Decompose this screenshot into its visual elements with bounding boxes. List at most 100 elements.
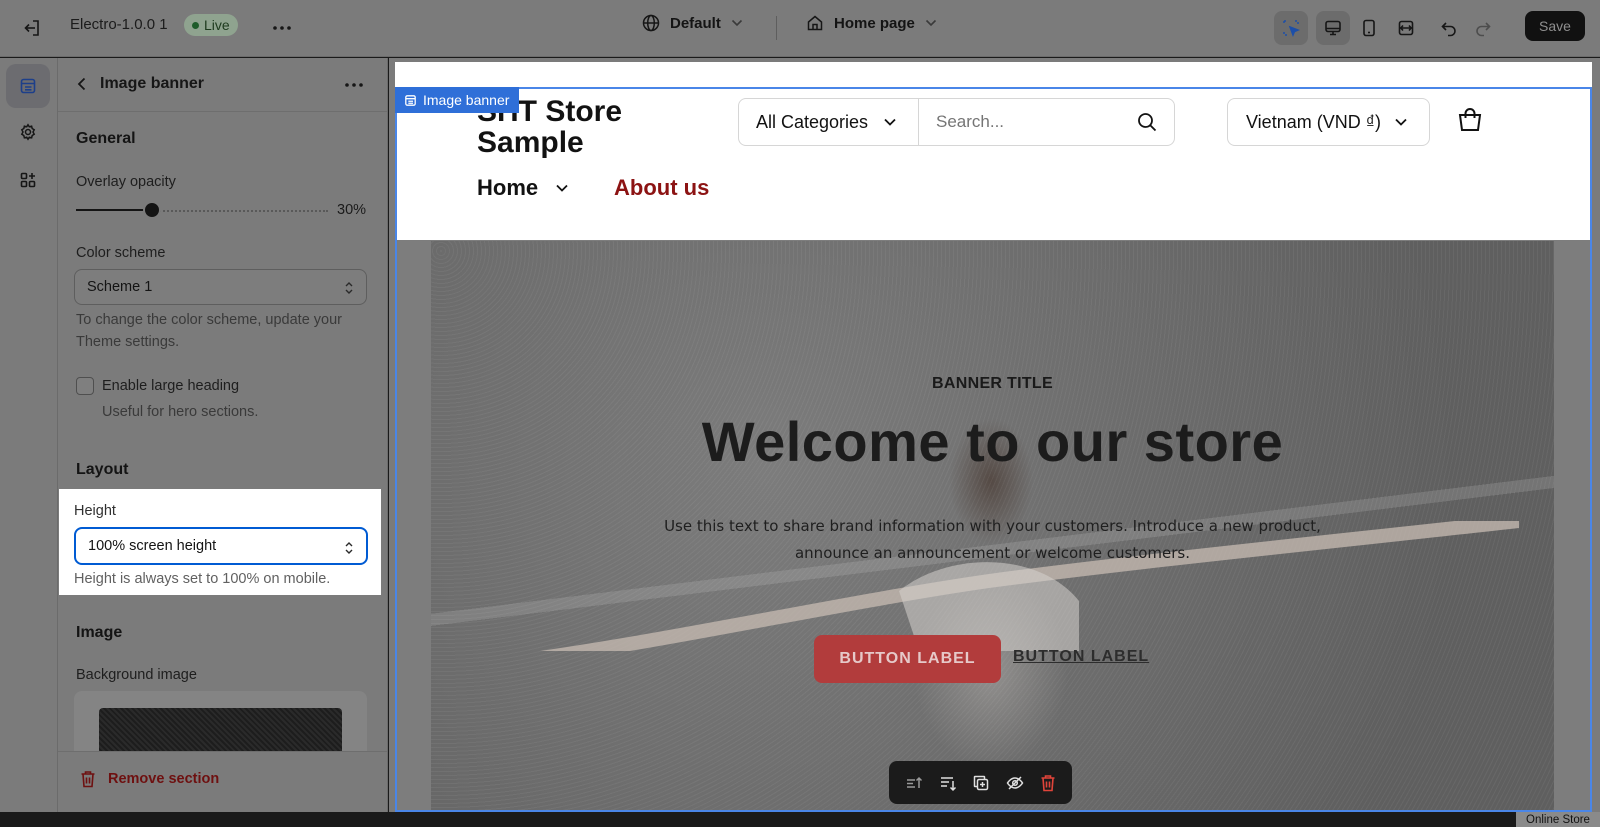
background-image-label: Background image [76,667,197,683]
image-heading: Image [76,624,123,641]
banner-secondary-button[interactable]: BUTTON LABEL [1013,648,1149,666]
select-arrows-icon [345,282,353,294]
overlay-opacity-value: 30% [337,202,367,218]
back-button[interactable] [70,72,94,96]
store-header: SHT Store Sample All Categories Vietnam … [395,62,1592,240]
section-toolbar [889,761,1072,804]
page-name: Home page [834,14,915,32]
desktop-view-button[interactable] [1316,11,1350,45]
nav-home[interactable]: Home [477,175,570,201]
redo-button[interactable] [1466,11,1500,45]
trash-icon [81,771,95,788]
large-heading-label: Enable large heading [102,378,240,394]
exit-icon [24,20,39,36]
chevron-down-icon [556,184,568,192]
online-store-tag: Online Store [1516,812,1600,827]
sections-icon [405,94,416,106]
inspector-button[interactable] [1274,11,1308,45]
large-heading-checkbox[interactable] [76,377,94,395]
section-more-button[interactable] [340,71,368,99]
bottom-strip [0,812,1516,827]
chevron-left-icon [77,77,86,91]
slider-thumb[interactable] [142,201,161,219]
apps-icon [20,172,36,188]
currency-select[interactable]: Vietnam (VND ₫) [1227,98,1430,146]
category-select[interactable]: All Categories [739,99,919,145]
color-scheme-label: Color scheme [76,245,166,261]
eye-off-icon [1006,775,1024,790]
move-up-button[interactable] [905,774,923,792]
page-selector[interactable]: Home page [806,14,937,32]
banner-kicker: BANNER TITLE [932,375,1053,392]
undo-icon [1441,22,1456,37]
height-help: Height is always set to 100% on mobile. [74,571,331,587]
height-label: Height [74,503,116,519]
height-setting-highlight: Height 100% screen height Height is alwa… [59,489,381,595]
duplicate-button[interactable] [972,774,990,792]
search-icon[interactable] [1136,111,1158,133]
color-scheme-help-1: To change the color scheme, update your [76,312,342,328]
remove-section-label: Remove section [108,771,220,787]
chevron-down-icon [925,19,936,27]
left-rail [0,58,58,827]
app-name: Electro-1.0.0 1 [70,16,168,33]
more-horizontal-icon [345,83,363,87]
banner-description: Use this text to share brand information… [664,517,1321,562]
banner-primary-button[interactable]: BUTTON LABEL [814,635,1001,683]
duplicate-icon [974,775,989,790]
nav-home-label: Home [477,175,539,200]
chevron-down-icon [1395,118,1407,126]
home-icon [807,15,823,31]
search-input[interactable] [936,112,1121,132]
image-banner[interactable]: BANNER TITLE Welcome to our store Use th… [431,241,1554,812]
panel-header: Image banner [58,58,387,112]
color-scheme-help-2: Theme settings. [76,334,180,350]
general-heading: General [76,130,136,147]
redo-icon [1476,22,1491,37]
cursor-select-icon [1283,20,1301,38]
fullscreen-view-button[interactable] [1389,11,1423,45]
remove-section-button[interactable]: Remove section [80,770,219,788]
slider-fill [76,209,152,211]
cart-icon[interactable] [1457,107,1483,133]
color-scheme-select[interactable]: Scheme 1 [74,269,367,305]
section-tag[interactable]: Image banner [395,87,520,113]
overlay-opacity-slider[interactable] [76,201,328,219]
theme-settings-button[interactable] [6,110,50,154]
section-tag-label: Image banner [423,92,510,108]
select-arrows-icon [345,542,353,554]
overlay-opacity-label: Overlay opacity [76,174,176,190]
apps-button[interactable] [6,158,50,202]
height-select[interactable]: 100% screen height [74,527,368,565]
settings-panel: Image banner General Overlay opacity 30%… [58,58,388,827]
slider-track-rest [151,210,328,212]
exit-button[interactable] [16,12,48,44]
nav-about-us[interactable]: About us [614,175,709,201]
chevron-down-icon [884,118,896,126]
status-label: Live [204,17,230,33]
undo-button[interactable] [1432,11,1466,45]
category-value: All Categories [756,111,869,132]
search-bar: All Categories [738,98,1175,146]
move-down-button[interactable] [939,774,957,792]
sections-button[interactable] [6,64,50,108]
sections-icon [20,78,36,94]
top-bar: Electro-1.0.0 1 Live Default Home page S… [0,0,1600,57]
panel-title: Image banner [100,75,205,92]
status-badge: Live [184,14,238,36]
more-horizontal-icon [273,26,291,30]
save-button[interactable]: Save [1525,11,1585,41]
theme-selector[interactable]: Default [642,14,743,32]
toolbar-divider [776,16,777,40]
fullscreen-icon [1398,20,1414,36]
layout-heading: Layout [76,461,129,478]
hide-button[interactable] [1006,774,1024,792]
more-actions-button[interactable] [268,14,296,42]
trash-icon [1041,774,1055,791]
height-value: 100% screen height [88,538,217,554]
theme-name: Default [670,14,721,32]
mobile-view-button[interactable] [1352,11,1386,45]
delete-button[interactable] [1040,774,1056,792]
globe-icon [642,14,660,32]
store-preview: SHT Store Sample All Categories Vietnam … [395,62,1592,812]
